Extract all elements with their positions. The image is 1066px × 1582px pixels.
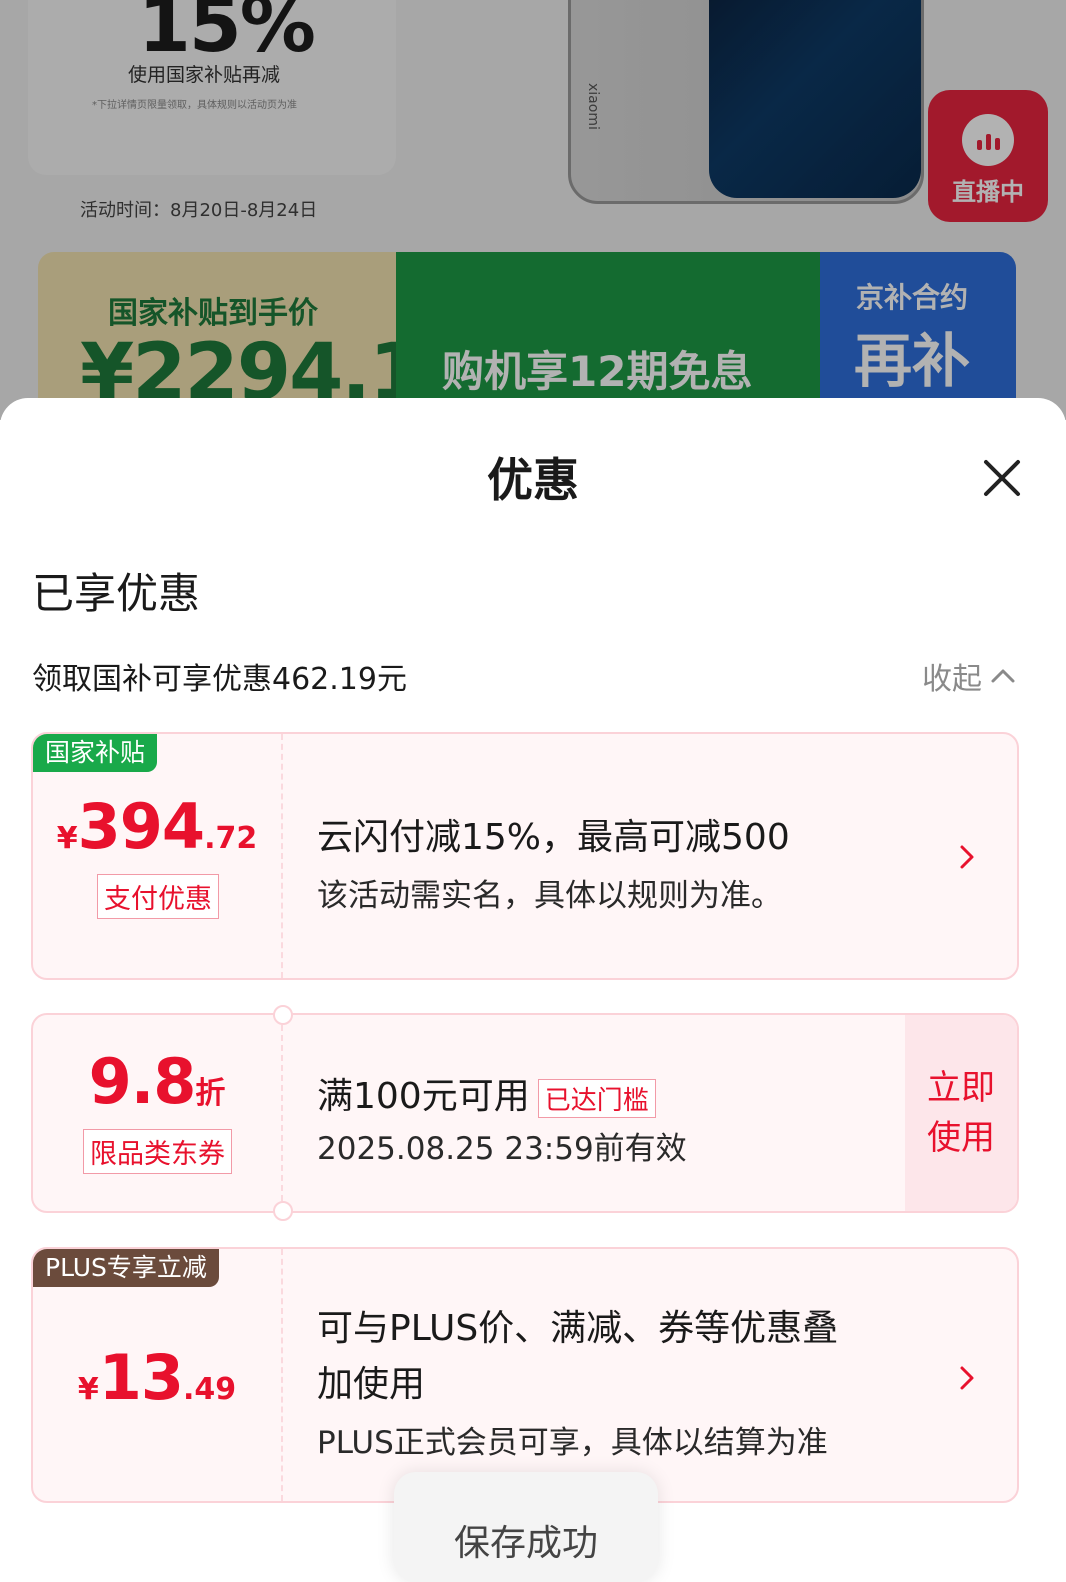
chevron-right-icon[interactable] bbox=[957, 842, 977, 872]
discount-unit: 折 bbox=[195, 1076, 226, 1111]
save-success-toast: 保存成功 bbox=[394, 1472, 658, 1582]
coupon-expiry: 2025.08.25 23:59前有效 bbox=[317, 1131, 687, 1167]
card-sub-text: PLUS正式会员可享，具体以结算为准 bbox=[317, 1425, 828, 1461]
currency-symbol: ¥ bbox=[77, 1372, 99, 1407]
threshold-reached-badge: 已达门槛 bbox=[537, 1078, 656, 1118]
card-notch-bottom bbox=[273, 1201, 293, 1221]
use-now-button[interactable]: 立即使用 bbox=[905, 1015, 1017, 1211]
close-icon bbox=[984, 460, 1020, 496]
card-divider bbox=[281, 1249, 283, 1501]
amount-integer: 394 bbox=[77, 790, 205, 863]
discount-sheet: 优惠 已享优惠 领取国补可享优惠462.19元 收起 国家补贴 ¥394.72 … bbox=[0, 398, 1066, 1548]
close-button[interactable] bbox=[980, 456, 1024, 500]
modal-overlay[interactable] bbox=[0, 0, 1066, 420]
collapse-label: 收起 bbox=[922, 662, 982, 697]
amount-decimal: .72 bbox=[204, 821, 258, 856]
card-main-text-line1: 可与PLUS价、满减、券等优惠叠 bbox=[317, 1308, 839, 1349]
discount-card-national-subsidy[interactable]: 国家补贴 ¥394.72 支付优惠 云闪付减15%，最高可减500 该活动需实名… bbox=[31, 732, 1019, 980]
card-sub-text: 该活动需实名，具体以规则为准。 bbox=[317, 878, 782, 914]
discount-amount: ¥394.72 bbox=[33, 790, 281, 863]
card-main-text: 云闪付减15%，最高可减500 bbox=[317, 817, 790, 858]
discount-amount: 9.8折 bbox=[33, 1045, 281, 1118]
sheet-title: 优惠 bbox=[487, 453, 579, 507]
amount-integer: 9.8 bbox=[88, 1045, 197, 1118]
card-divider bbox=[281, 1015, 283, 1211]
discount-summary: 领取国补可享优惠462.19元 bbox=[32, 662, 407, 697]
collapse-button[interactable]: 收起 bbox=[922, 654, 1016, 698]
product-page-background: 15% 使用国家补贴再减 *下拉详情页限量领取，具体规则以活动页为准 活动时间：… bbox=[0, 0, 1066, 420]
coupon-condition: 满100元可用 bbox=[317, 1076, 530, 1117]
discount-card-coupon[interactable]: 9.8折 限品类东券 满100元可用 已达门槛 2025.08.25 23:59前… bbox=[31, 1005, 1019, 1221]
amount-integer: 13 bbox=[98, 1341, 184, 1414]
card-main-text-line2: 加使用 bbox=[317, 1364, 426, 1405]
tag-national-subsidy: 国家补贴 bbox=[33, 734, 158, 772]
tag-plus-exclusive: PLUS专享立减 bbox=[33, 1249, 219, 1287]
chevron-up-icon bbox=[991, 669, 1015, 683]
currency-symbol: ¥ bbox=[56, 821, 78, 856]
payment-discount-label: 支付优惠 bbox=[97, 874, 219, 919]
use-now-label: 立即使用 bbox=[927, 1068, 995, 1158]
toast-text: 保存成功 bbox=[453, 1523, 598, 1564]
discount-card-plus[interactable]: PLUS专享立减 ¥13.49 可与PLUS价、满减、券等优惠叠 加使用 PLU… bbox=[31, 1247, 1019, 1503]
chevron-right-icon[interactable] bbox=[957, 1363, 977, 1393]
section-title: 已享优惠 bbox=[32, 569, 201, 618]
card-main-text: 满100元可用 已达门槛 bbox=[317, 1067, 656, 1119]
coupon-type-label: 限品类东券 bbox=[83, 1129, 232, 1174]
discount-amount: ¥13.49 bbox=[33, 1341, 281, 1414]
card-divider bbox=[281, 734, 283, 978]
card-notch-top bbox=[273, 1005, 293, 1025]
amount-decimal: .49 bbox=[183, 1372, 237, 1407]
